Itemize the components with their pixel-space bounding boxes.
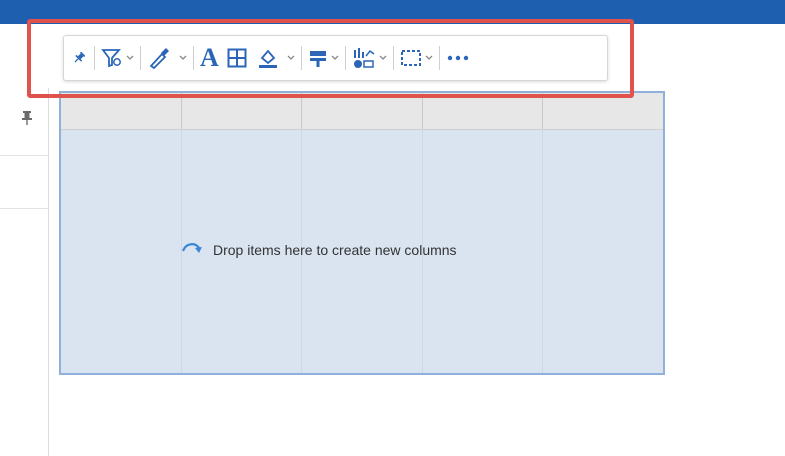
left-rail-divider: [48, 88, 49, 456]
drop-hint: Drop items here to create new columns: [181, 241, 457, 258]
column-header[interactable]: [61, 93, 182, 129]
highlight-frame: [27, 19, 634, 98]
drop-hint-text: Drop items here to create new columns: [213, 241, 457, 258]
row-divider: [0, 208, 48, 209]
row-divider: [0, 155, 48, 156]
curved-arrow-icon: [181, 241, 203, 258]
column-header[interactable]: [302, 93, 423, 129]
column-header[interactable]: [423, 93, 544, 129]
pin-icon[interactable]: [20, 110, 34, 126]
drop-zone-grid[interactable]: Drop items here to create new columns: [59, 91, 665, 375]
column-header[interactable]: [543, 93, 663, 129]
column-header[interactable]: [182, 93, 303, 129]
column-header-row: [61, 93, 663, 130]
